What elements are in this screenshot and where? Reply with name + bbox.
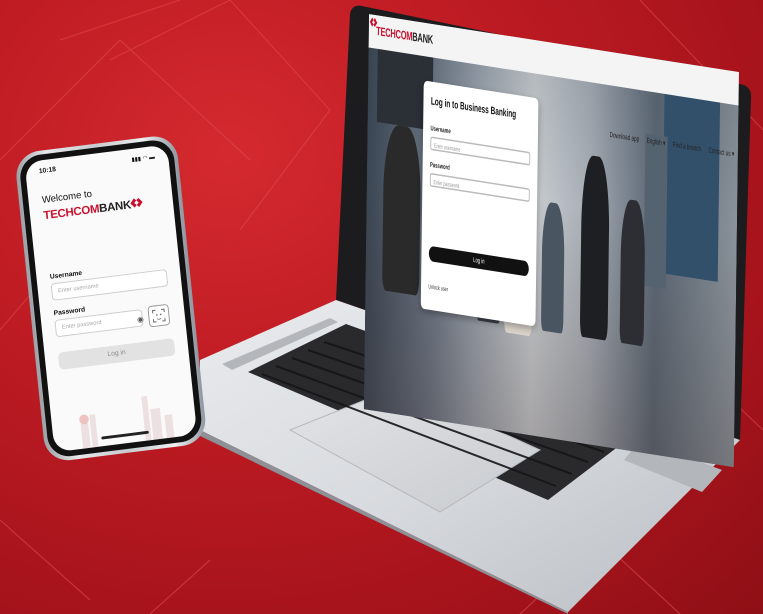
password-label: Password	[53, 306, 86, 318]
building	[662, 90, 721, 282]
laptop-screen: TECHCOMBANK Download app English ▾ Find …	[363, 14, 739, 468]
pedestrian	[540, 201, 565, 334]
building	[643, 133, 668, 289]
username-input[interactable]: Enter username	[430, 136, 531, 166]
username-label: Username	[430, 124, 451, 135]
techcombank-logo-icon	[369, 17, 378, 28]
techcombank-logo-icon	[130, 197, 143, 208]
face-id-icon[interactable]	[147, 303, 171, 328]
login-card: Log in to Business Banking Username Ente…	[420, 80, 539, 327]
eye-icon[interactable]: ◉	[137, 315, 145, 324]
phone: 10:18 ▮▮▮ ◠ ▬ Welcome to TECHCOMBANK Use…	[14, 130, 244, 538]
phone-screen: 10:18 ▮▮▮ ◠ ▬ Welcome to TECHCOMBANK Use…	[24, 144, 198, 453]
pedestrian	[619, 198, 646, 347]
techcombank-logo-text: TECHCOMBANK	[376, 24, 434, 47]
signal-battery-icon: ▮▮▮ ◠ ▬	[131, 154, 156, 164]
password-label: Password	[430, 160, 450, 172]
login-button[interactable]: Log in	[428, 245, 529, 277]
pedestrian	[382, 123, 422, 297]
pedestrian	[579, 154, 610, 341]
login-button[interactable]: Log in	[57, 338, 176, 370]
face-id-glyph	[152, 308, 166, 323]
password-input[interactable]: Enter password	[429, 172, 530, 203]
login-title: Log in to Business Banking	[430, 96, 517, 121]
unlock-user-link[interactable]: Unlock user	[428, 282, 448, 293]
status-time: 10:18	[38, 166, 57, 176]
